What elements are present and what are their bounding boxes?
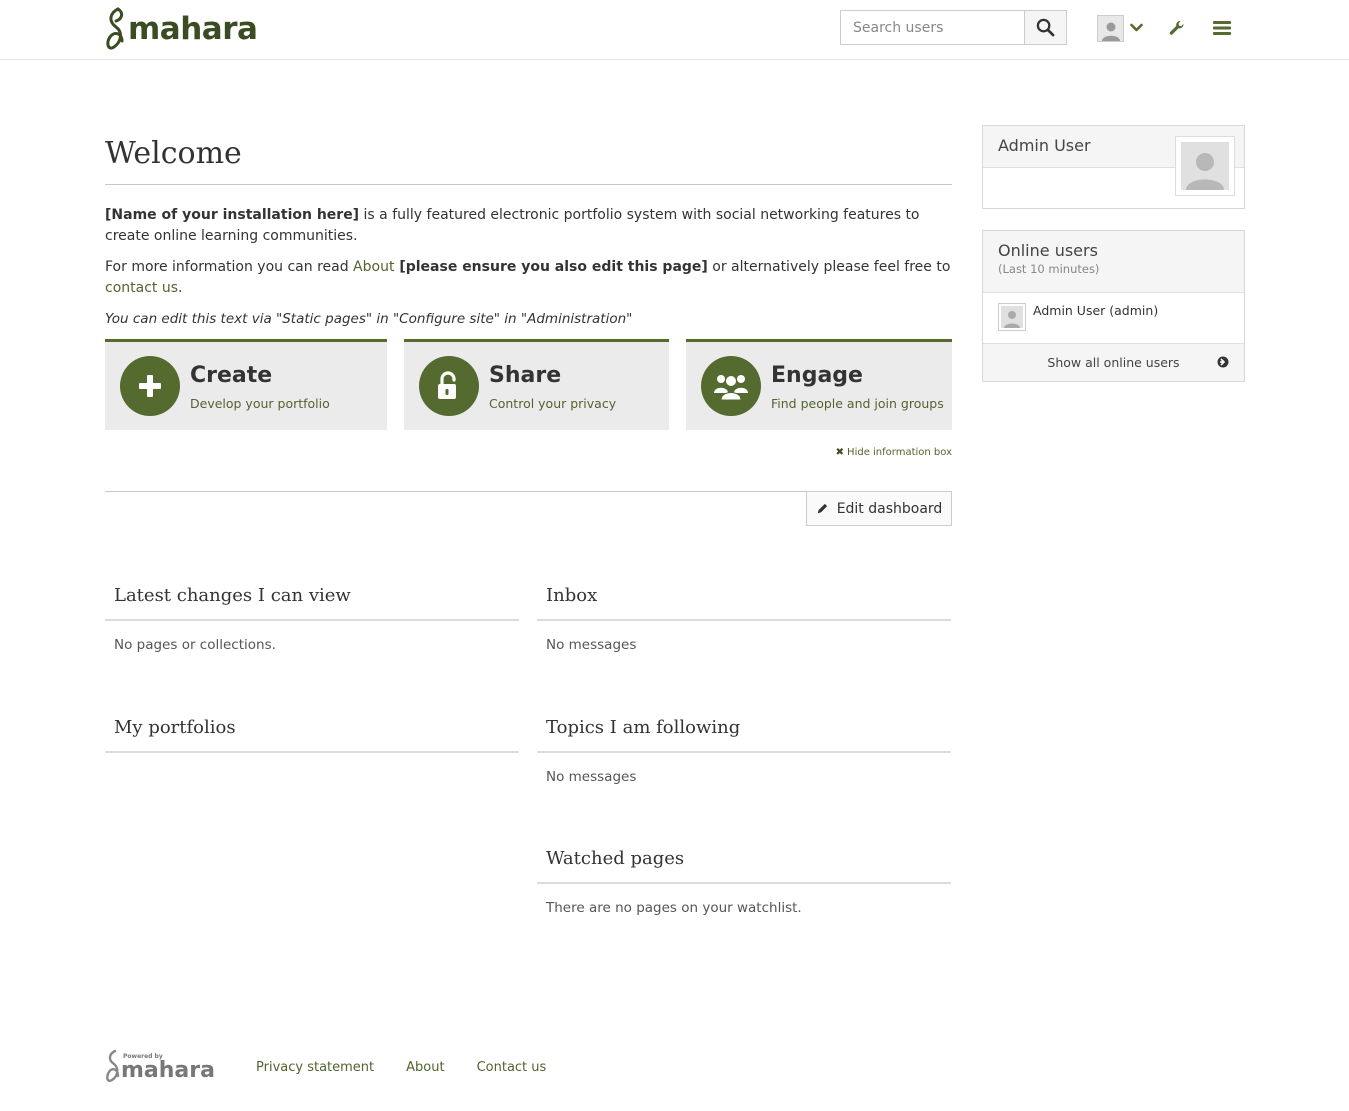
edit-dashboard-button[interactable]: Edit dashboard	[806, 491, 952, 526]
create-card-icon-circle	[120, 356, 180, 416]
latest-changes-title[interactable]: Latest changes I can view	[105, 584, 519, 621]
footer-contact-us-link[interactable]: Contact us	[477, 1060, 547, 1075]
plus-icon	[139, 375, 161, 397]
hide-information-box-link[interactable]: ✖ Hide information box	[836, 447, 952, 458]
installation-name: [Name of your installation here]	[105, 207, 360, 223]
online-user-name[interactable]: Admin User (admin)	[1033, 303, 1158, 318]
intro-paragraph-2: For more information you can read About …	[105, 257, 952, 299]
share-card-subtitle: Control your privacy	[489, 396, 617, 411]
intro-paragraph-3: You can edit this text via "Static pages…	[105, 311, 633, 327]
wrench-icon[interactable]	[1167, 18, 1187, 38]
intro-paragraph-2-start: For more information you can read	[105, 259, 354, 275]
inbox-block: Inbox No messages	[537, 584, 951, 653]
share-card-title: Share	[489, 363, 562, 388]
online-user-avatar	[998, 303, 1026, 331]
intro-paragraph-1: [Name of your installation here] is a fu…	[105, 205, 952, 247]
engage-card-icon-circle	[701, 356, 761, 416]
title-divider	[105, 184, 952, 185]
search-icon	[1036, 18, 1055, 37]
hamburger-menu-icon[interactable]	[1211, 18, 1233, 38]
info-cards: Create Develop your portfolio Share Cont…	[105, 339, 952, 431]
create-card[interactable]: Create Develop your portfolio	[105, 339, 387, 430]
topics-following-body: No messages	[546, 769, 637, 785]
powered-by-mahara-logo-icon: Powered by mahara	[106, 1049, 215, 1083]
chevron-down-icon	[1130, 23, 1143, 32]
user-silhouette-icon	[1186, 153, 1224, 190]
engage-card-title: Engage	[771, 363, 863, 388]
about-link[interactable]: About	[353, 259, 394, 275]
my-portfolios-title[interactable]: My portfolios	[105, 716, 519, 753]
online-users-header: Online users (Last 10 minutes)	[983, 231, 1244, 293]
footer-logo-text: mahara	[121, 1058, 215, 1083]
edit-dashboard-label: Edit dashboard	[836, 500, 943, 517]
arrow-circle-right-icon	[1217, 356, 1229, 368]
watched-pages-block: Watched pages There are no pages on your…	[537, 847, 951, 916]
pencil-icon	[817, 503, 827, 514]
hide-information-box-label: Hide information box	[847, 447, 952, 458]
online-users-subtitle: (Last 10 minutes)	[998, 262, 1100, 276]
unlock-icon	[438, 371, 456, 399]
intro-paragraph-2-bold: [please ensure you also edit this page]	[394, 259, 708, 275]
user-avatar	[1097, 14, 1124, 42]
create-card-subtitle: Develop your portfolio	[190, 396, 330, 411]
powered-by-mahara-logo[interactable]: Powered by mahara	[105, 1049, 225, 1087]
mahara-logo[interactable]: mahara	[104, 6, 258, 52]
online-user-item[interactable]: Admin User (admin)	[983, 293, 1244, 344]
inbox-body: No messages	[546, 637, 637, 653]
watched-pages-title[interactable]: Watched pages	[537, 847, 951, 884]
privacy-statement-link[interactable]: Privacy statement	[256, 1060, 374, 1075]
search-form	[840, 10, 1067, 45]
intro-text: [Name of your installation here] is a fu…	[105, 205, 952, 340]
share-card-icon-circle	[419, 356, 479, 416]
top-header: mahara	[0, 0, 1349, 60]
user-silhouette-icon	[1101, 22, 1120, 41]
online-users-title: Online users	[998, 241, 1098, 260]
latest-changes-body: No pages or collections.	[114, 637, 276, 653]
online-users-card: Online users (Last 10 minutes) Admin Use…	[982, 230, 1245, 382]
my-portfolios-block: My portfolios	[105, 716, 519, 769]
profile-picture[interactable]	[1175, 136, 1235, 196]
topics-following-title[interactable]: Topics I am following	[537, 716, 951, 753]
page-title: Welcome	[105, 136, 242, 171]
logo-text: mahara	[128, 10, 258, 47]
search-users-input[interactable]	[840, 10, 1024, 45]
topics-following-block: Topics I am following No messages	[537, 716, 951, 785]
close-icon: ✖	[835, 447, 845, 458]
engage-card[interactable]: Engage Find people and join groups	[686, 339, 952, 430]
intro-paragraph-2-mid: or alternatively please feel free to	[707, 259, 951, 275]
share-card[interactable]: Share Control your privacy	[404, 339, 669, 430]
footer-about-link[interactable]: About	[406, 1060, 444, 1075]
create-card-title: Create	[190, 363, 273, 388]
my-portfolios-body	[105, 753, 519, 769]
engage-card-subtitle: Find people and join groups	[771, 396, 944, 411]
users-icon	[714, 375, 748, 401]
show-all-online-users-label: Show all online users	[1047, 355, 1180, 370]
footer-links: Privacy statement About Contact us	[256, 1060, 578, 1075]
latest-changes-block: Latest changes I can view No pages or co…	[105, 584, 519, 653]
online-user-avatar-placeholder	[1001, 306, 1023, 328]
mahara-logo-mark-icon	[106, 7, 124, 50]
user-silhouette-icon	[1004, 311, 1020, 328]
search-button[interactable]	[1024, 10, 1067, 45]
profile-sidebar-card: Admin User	[982, 125, 1245, 209]
show-all-online-users-link[interactable]: Show all online users	[983, 344, 1244, 381]
profile-picture-placeholder	[1181, 142, 1229, 190]
inbox-title[interactable]: Inbox	[537, 584, 951, 621]
watched-pages-body: There are no pages on your watchlist.	[546, 900, 802, 916]
user-menu-toggle[interactable]	[1097, 13, 1147, 43]
contact-us-link[interactable]: contact us	[105, 280, 178, 296]
intro-paragraph-2-end: .	[178, 280, 183, 296]
